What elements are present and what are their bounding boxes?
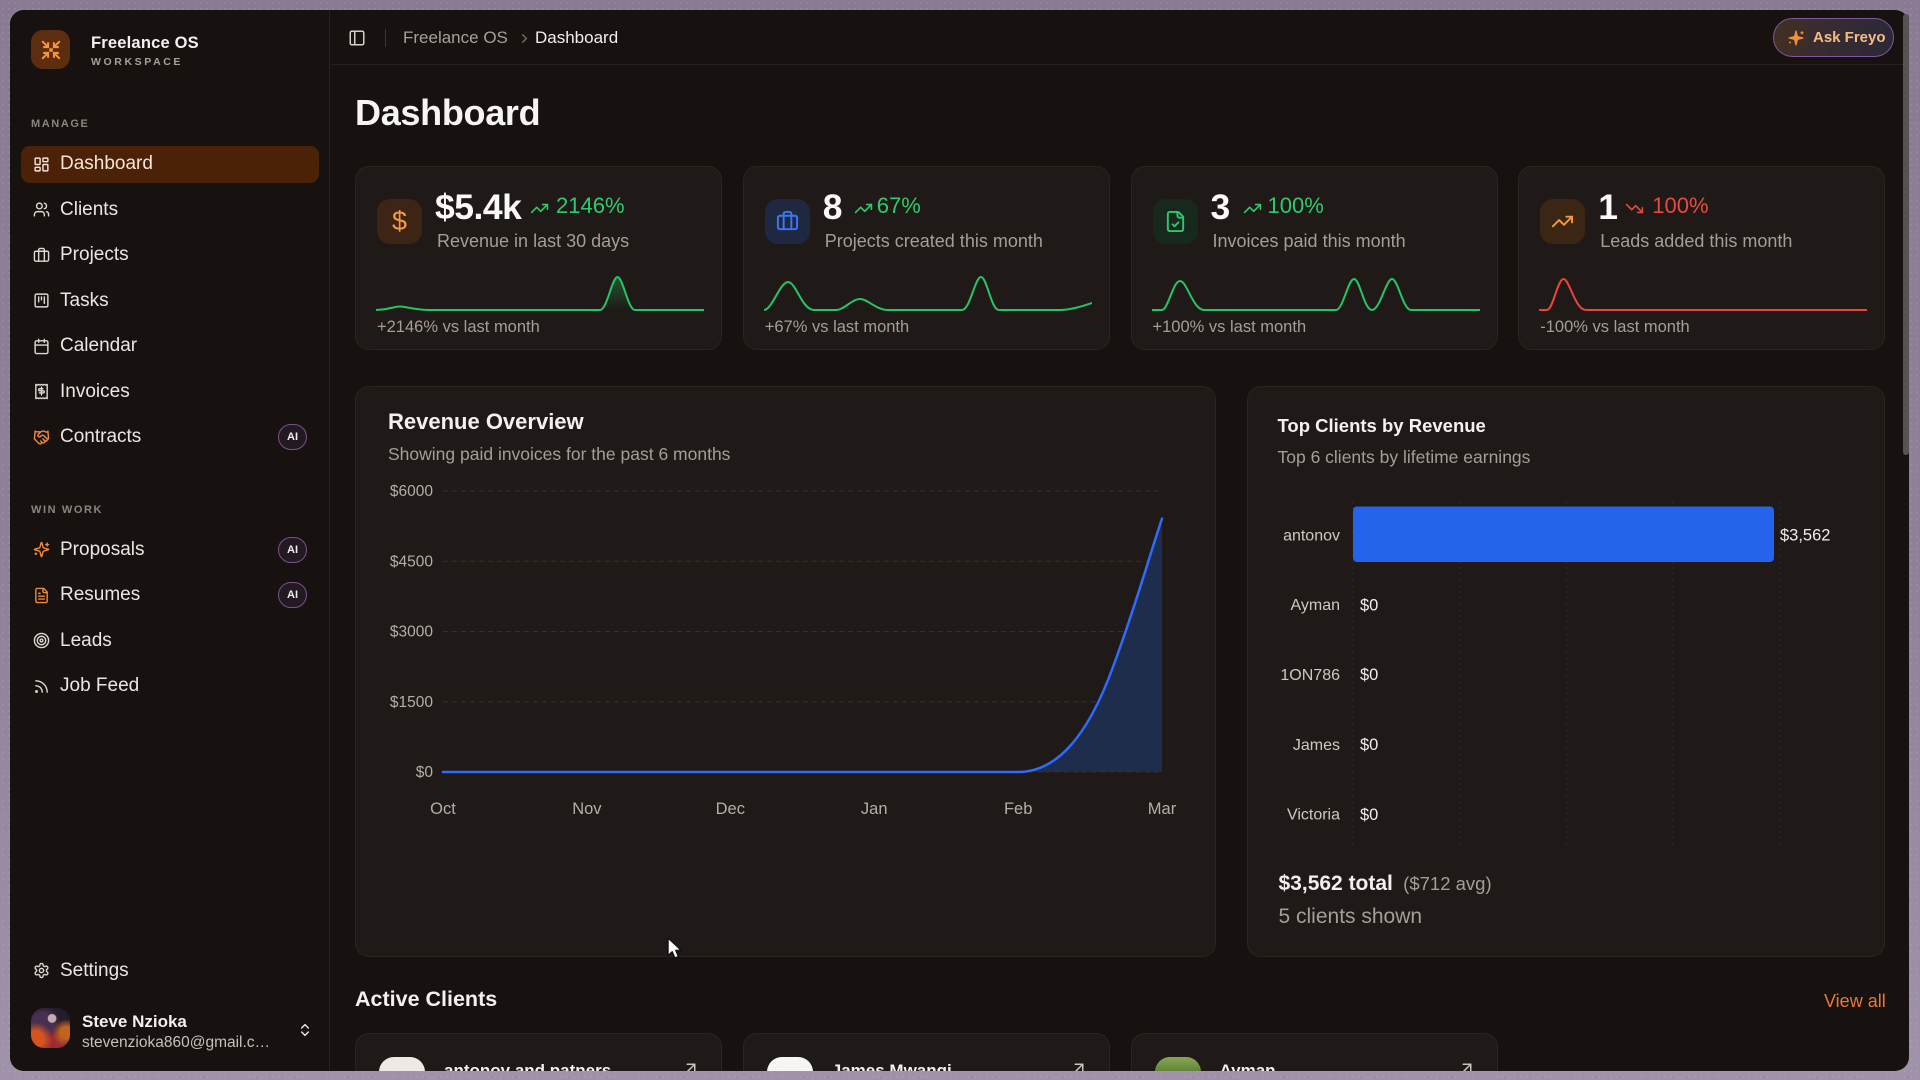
svg-text:Victoria: Victoria (1286, 807, 1339, 824)
svg-text:James: James (1292, 737, 1339, 754)
svg-text:$1500: $1500 (390, 694, 433, 711)
svg-text:$0: $0 (1360, 736, 1378, 754)
svg-text:$0: $0 (416, 764, 434, 781)
svg-text:$0: $0 (1360, 666, 1378, 684)
svg-text:$0: $0 (1360, 806, 1378, 824)
svg-text:$4500: $4500 (390, 553, 433, 570)
svg-text:Oct: Oct (430, 800, 456, 818)
svg-text:Ayman: Ayman (1290, 597, 1340, 614)
svg-text:$3,562: $3,562 (1780, 527, 1830, 545)
svg-text:$6000: $6000 (390, 483, 433, 500)
svg-text:Dec: Dec (716, 800, 745, 818)
svg-text:Mar: Mar (1148, 800, 1177, 818)
svg-text:Jan: Jan (861, 800, 888, 818)
svg-text:Feb: Feb (1004, 800, 1032, 818)
svg-text:Nov: Nov (572, 800, 602, 818)
svg-text:$0: $0 (1360, 596, 1378, 614)
svg-text:$3000: $3000 (390, 624, 433, 641)
svg-text:antonov: antonov (1283, 527, 1340, 544)
svg-text:1ON786: 1ON786 (1280, 667, 1340, 684)
